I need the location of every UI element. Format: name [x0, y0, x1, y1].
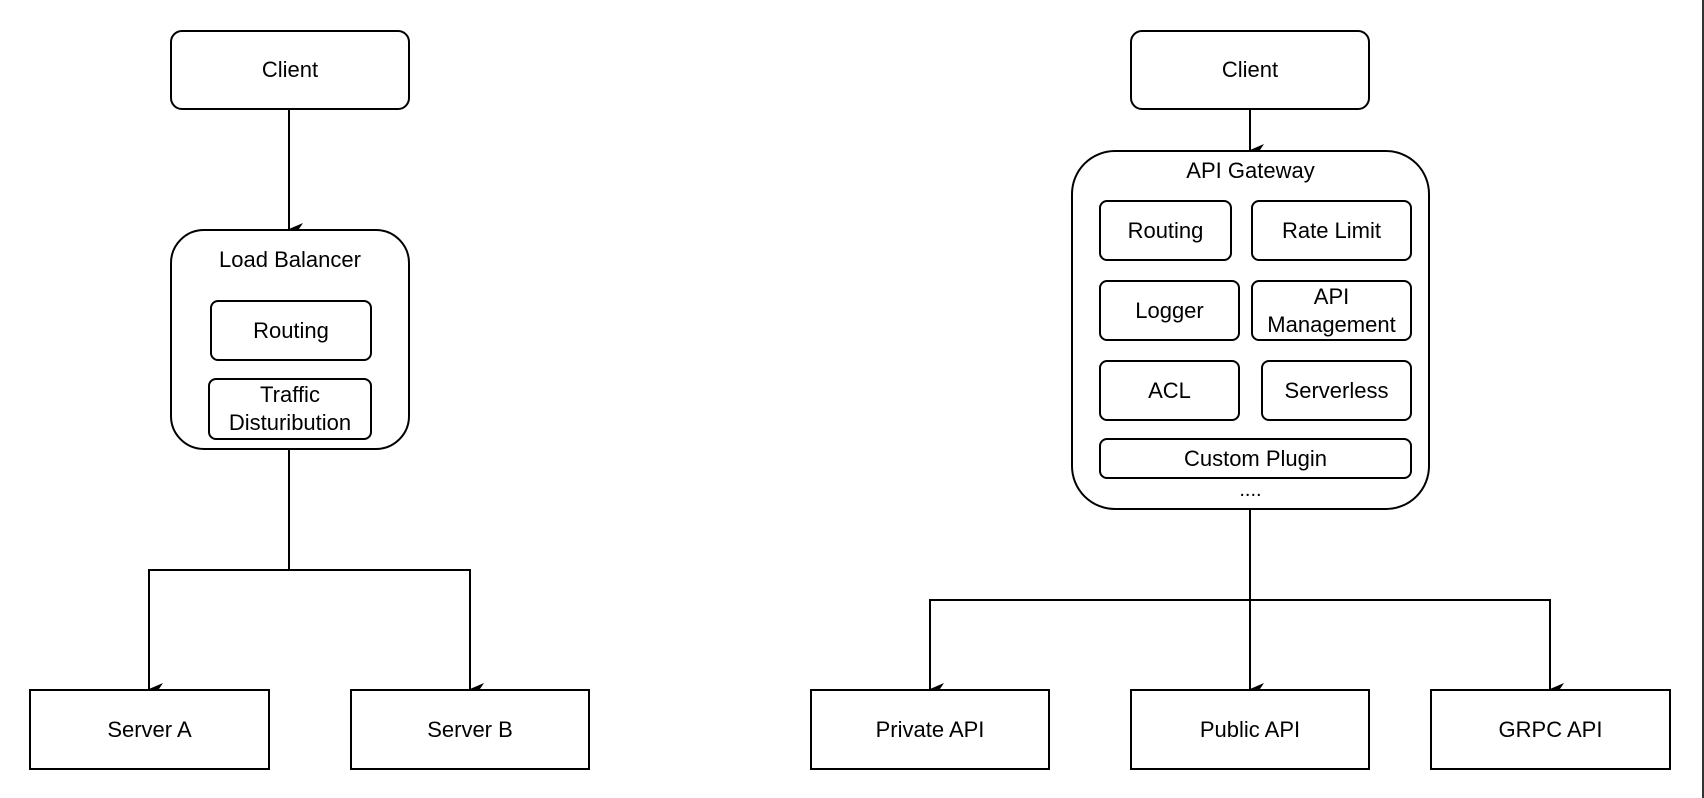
lb-traffic-distribution-component[interactable]: Traffic Disturibution	[208, 378, 372, 440]
left-client-node[interactable]: Client	[170, 30, 410, 110]
server-a-node[interactable]: Server A	[29, 689, 270, 770]
lb-routing-component[interactable]: Routing	[210, 300, 372, 361]
grpc-api-node[interactable]: GRPC API	[1430, 689, 1671, 770]
public-api-node[interactable]: Public API	[1130, 689, 1370, 770]
lb-routing-label: Routing	[253, 317, 329, 343]
gw-rate-limit-label: Rate Limit	[1281, 217, 1382, 243]
gw-serverless-label: Serverless	[1284, 377, 1389, 403]
right-client-node[interactable]: Client	[1130, 30, 1370, 110]
grpc-api-label: GRPC API	[1498, 716, 1603, 742]
api-gateway-title: API Gateway	[1186, 158, 1315, 183]
server-a-label: Server A	[107, 716, 192, 742]
gw-more-ellipsis: ....	[1239, 479, 1262, 501]
right-client-label: Client	[1221, 57, 1279, 82]
api-gateway-container[interactable]: API Gateway Routing Rate Limit Logger AP…	[1071, 150, 1430, 510]
gw-logger-label: Logger	[1135, 297, 1204, 323]
server-b-node[interactable]: Server B	[350, 689, 590, 770]
gw-routing-component[interactable]: Routing	[1099, 200, 1232, 261]
gw-api-management-component[interactable]: API Management	[1251, 280, 1412, 341]
lb-traffic-distribution-label: Traffic Disturibution	[228, 382, 352, 435]
gw-acl-label: ACL	[1148, 377, 1191, 403]
private-api-label: Private API	[875, 716, 985, 742]
gw-serverless-component[interactable]: Serverless	[1261, 360, 1412, 421]
gw-logger-component[interactable]: Logger	[1099, 280, 1240, 341]
left-client-label: Client	[261, 57, 319, 82]
gw-routing-label: Routing	[1127, 217, 1204, 243]
gw-custom-plugin-component[interactable]: Custom Plugin	[1099, 438, 1412, 479]
private-api-node[interactable]: Private API	[810, 689, 1050, 770]
server-b-label: Server B	[427, 716, 513, 742]
gw-rate-limit-component[interactable]: Rate Limit	[1251, 200, 1412, 261]
gw-acl-component[interactable]: ACL	[1099, 360, 1240, 421]
gw-api-management-label: API Management	[1267, 283, 1396, 337]
public-api-label: Public API	[1199, 716, 1301, 742]
load-balancer-container[interactable]: Load Balancer Routing Traffic Disturibut…	[170, 229, 410, 450]
load-balancer-title: Load Balancer	[219, 247, 361, 272]
gw-custom-plugin-label: Custom Plugin	[1183, 445, 1328, 471]
